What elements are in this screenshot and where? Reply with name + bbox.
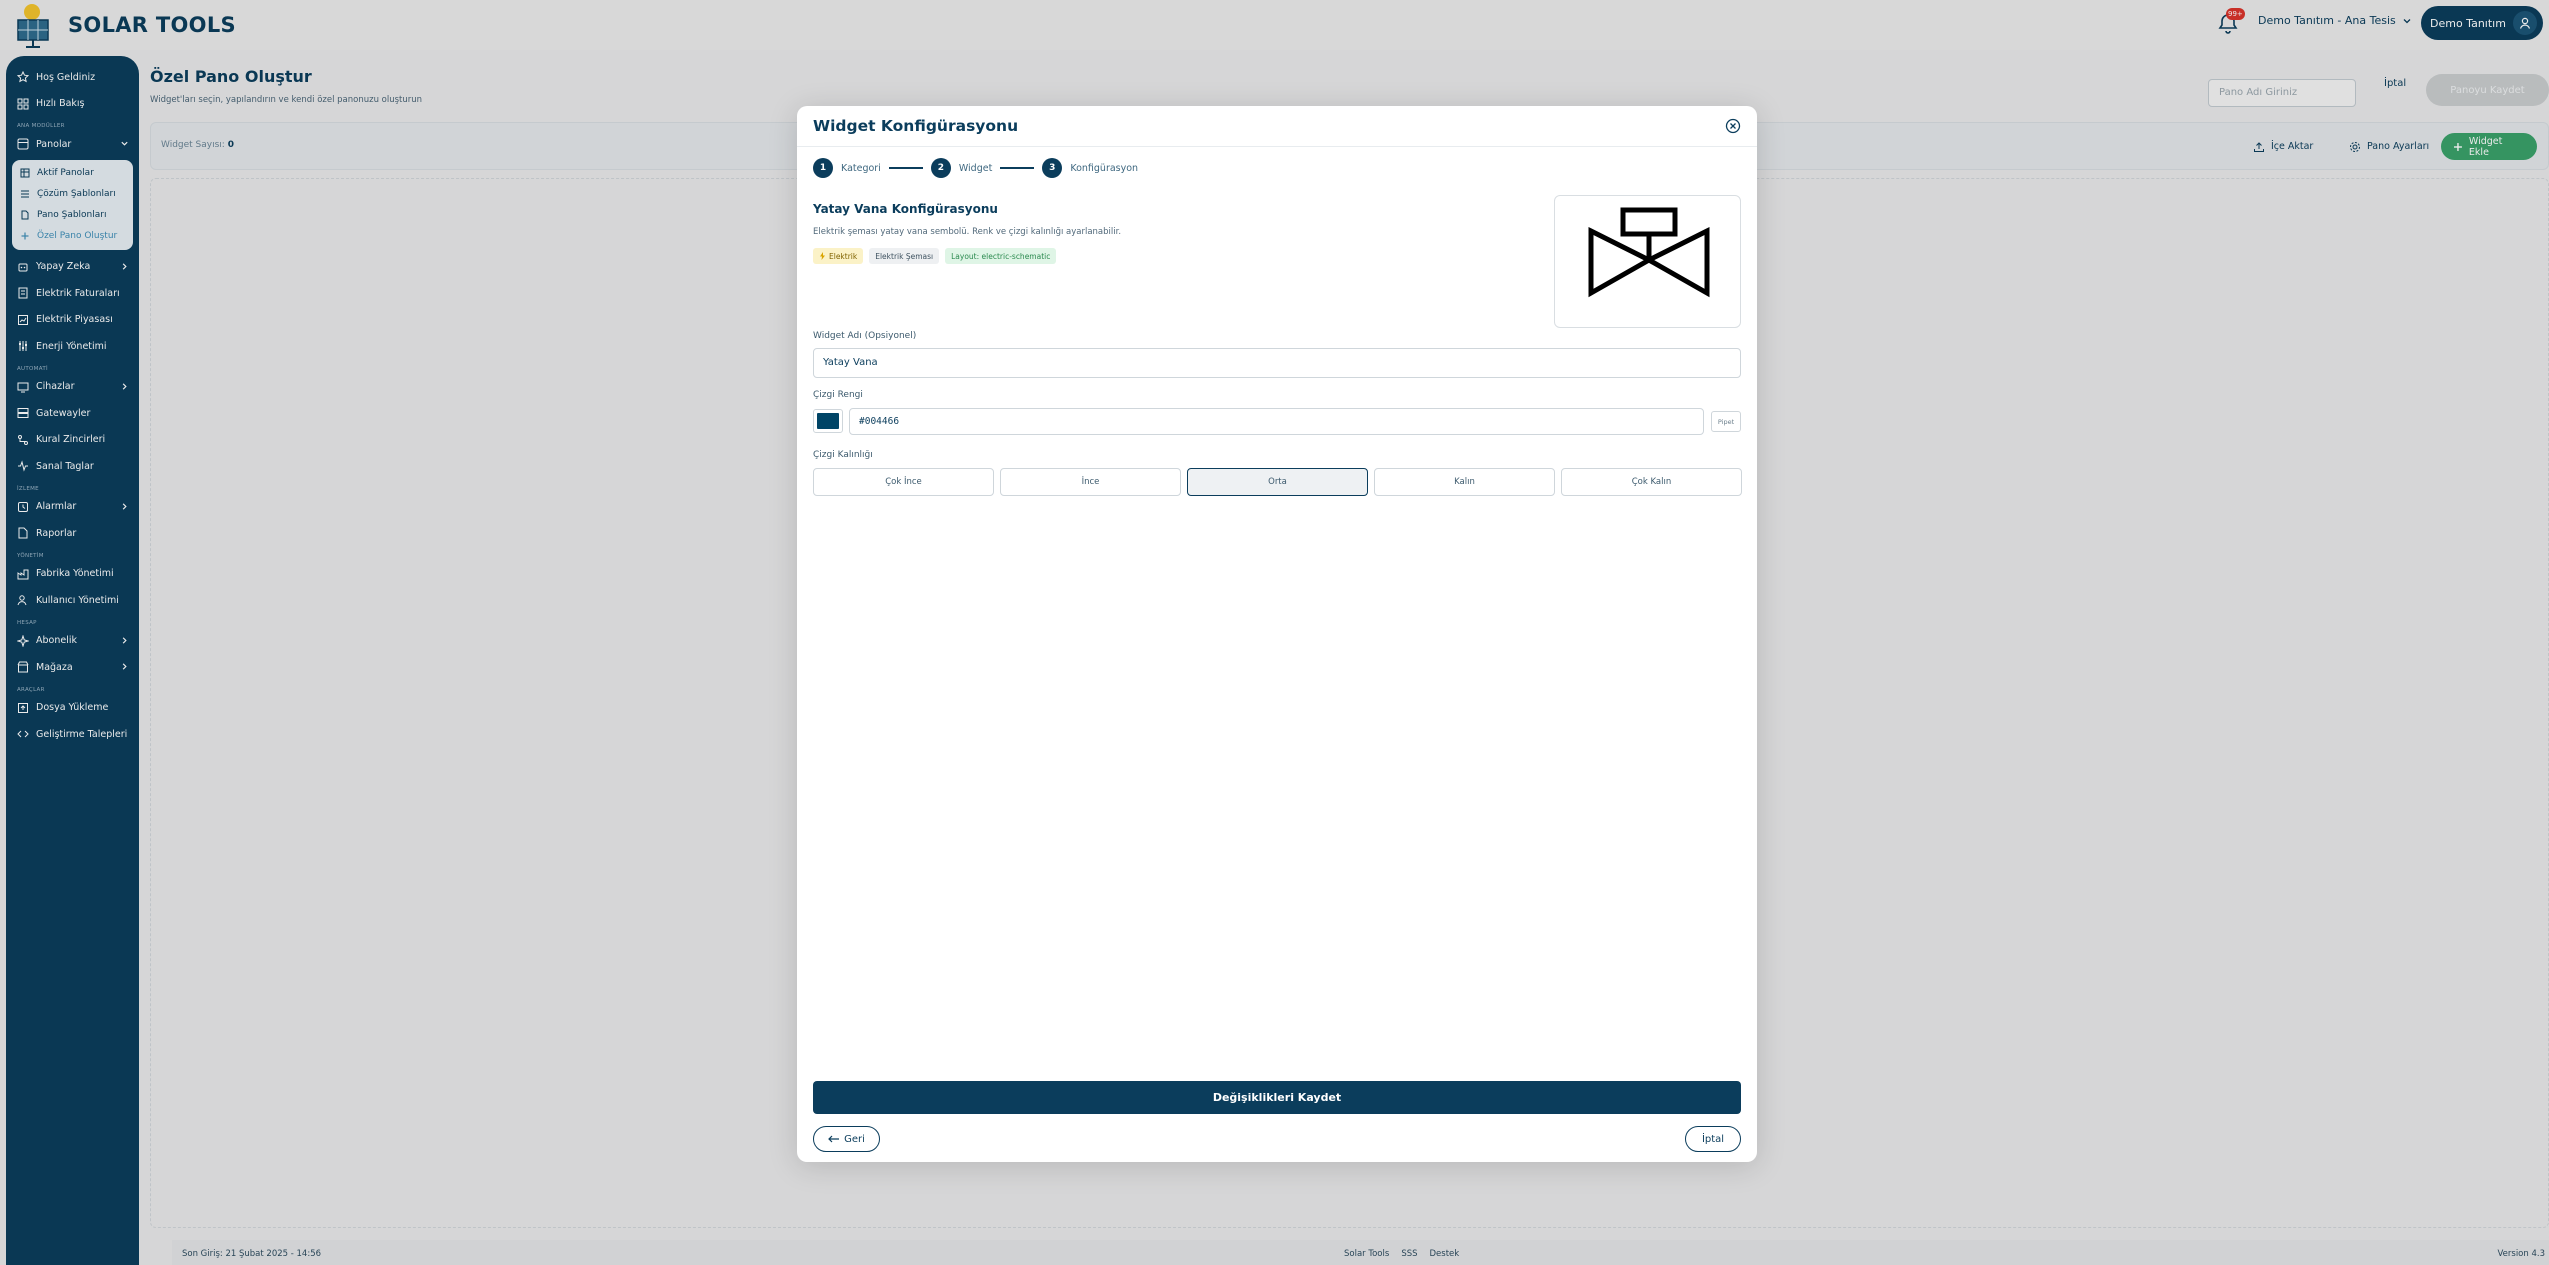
line-thickness-label: Çizgi Kalınlığı [813, 450, 873, 460]
color-picker-button[interactable]: Pipet [1711, 411, 1741, 432]
step-label: Kategori [841, 162, 881, 174]
thickness-very-thin[interactable]: Çok İnce [813, 468, 994, 496]
step-number: 1 [813, 158, 833, 178]
step-number: 2 [930, 158, 951, 178]
color-swatch[interactable] [813, 409, 843, 433]
close-icon[interactable] [1725, 118, 1741, 134]
step-label: Widget [958, 162, 993, 174]
widget-name-input[interactable]: Yatay Vana [813, 348, 1741, 378]
line-thickness-options: Çok İnce İnce Orta Kalın Çok Kalın [813, 468, 1742, 496]
step-label: Konfigürasyon [1070, 162, 1139, 174]
thickness-thin[interactable]: İnce [1000, 468, 1181, 496]
color-swatch-fill [817, 413, 839, 429]
tag-layout: Layout: electric-schematic [945, 248, 1057, 264]
widget-preview [1554, 195, 1741, 328]
config-description: Elektrik şeması yatay vana sembolü. Renk… [813, 227, 1122, 237]
color-hex-input[interactable]: #004466 [849, 408, 1704, 435]
step-number: 3 [1042, 158, 1063, 178]
thickness-medium[interactable]: Orta [1187, 468, 1368, 496]
modal-divider [797, 146, 1757, 147]
tag-electric: Elektrik [813, 248, 864, 264]
step-configuration[interactable]: 3 Konfigürasyon [1042, 158, 1138, 178]
step-widget[interactable]: 2 Widget [930, 158, 993, 178]
horizontal-valve-icon [1588, 207, 1710, 298]
modal-cancel-button[interactable]: İptal [1685, 1126, 1741, 1152]
step-category[interactable]: 1 Kategori [813, 158, 881, 178]
step-connector [1000, 167, 1035, 169]
back-button[interactable]: Geri [813, 1126, 880, 1152]
config-title: Yatay Vana Konfigürasyonu [813, 202, 998, 216]
widget-name-label: Widget Adı (Opsiyonel) [813, 331, 917, 341]
tag-label: Elektrik [829, 251, 858, 261]
thickness-very-thick[interactable]: Çok Kalın [1561, 468, 1742, 496]
tag-electric-schematic: Elektrik Şeması [869, 248, 940, 264]
stepper: 1 Kategori 2 Widget 3 Konfigürasyon [813, 158, 1138, 178]
arrow-left-icon [828, 1135, 840, 1143]
lightning-icon [820, 252, 825, 260]
modal-title: Widget Konfigürasyonu [813, 117, 1019, 135]
save-changes-button[interactable]: Değişiklikleri Kaydet [813, 1081, 1741, 1114]
widget-tags: Elektrik Elektrik Şeması Layout: electri… [813, 248, 1057, 264]
thickness-thick[interactable]: Kalın [1374, 468, 1555, 496]
line-color-label: Çizgi Rengi [813, 390, 863, 400]
back-label: Geri [844, 1133, 865, 1145]
widget-config-modal: Widget Konfigürasyonu 1 Kategori 2 Widge… [797, 106, 1757, 1162]
step-connector [888, 167, 923, 169]
